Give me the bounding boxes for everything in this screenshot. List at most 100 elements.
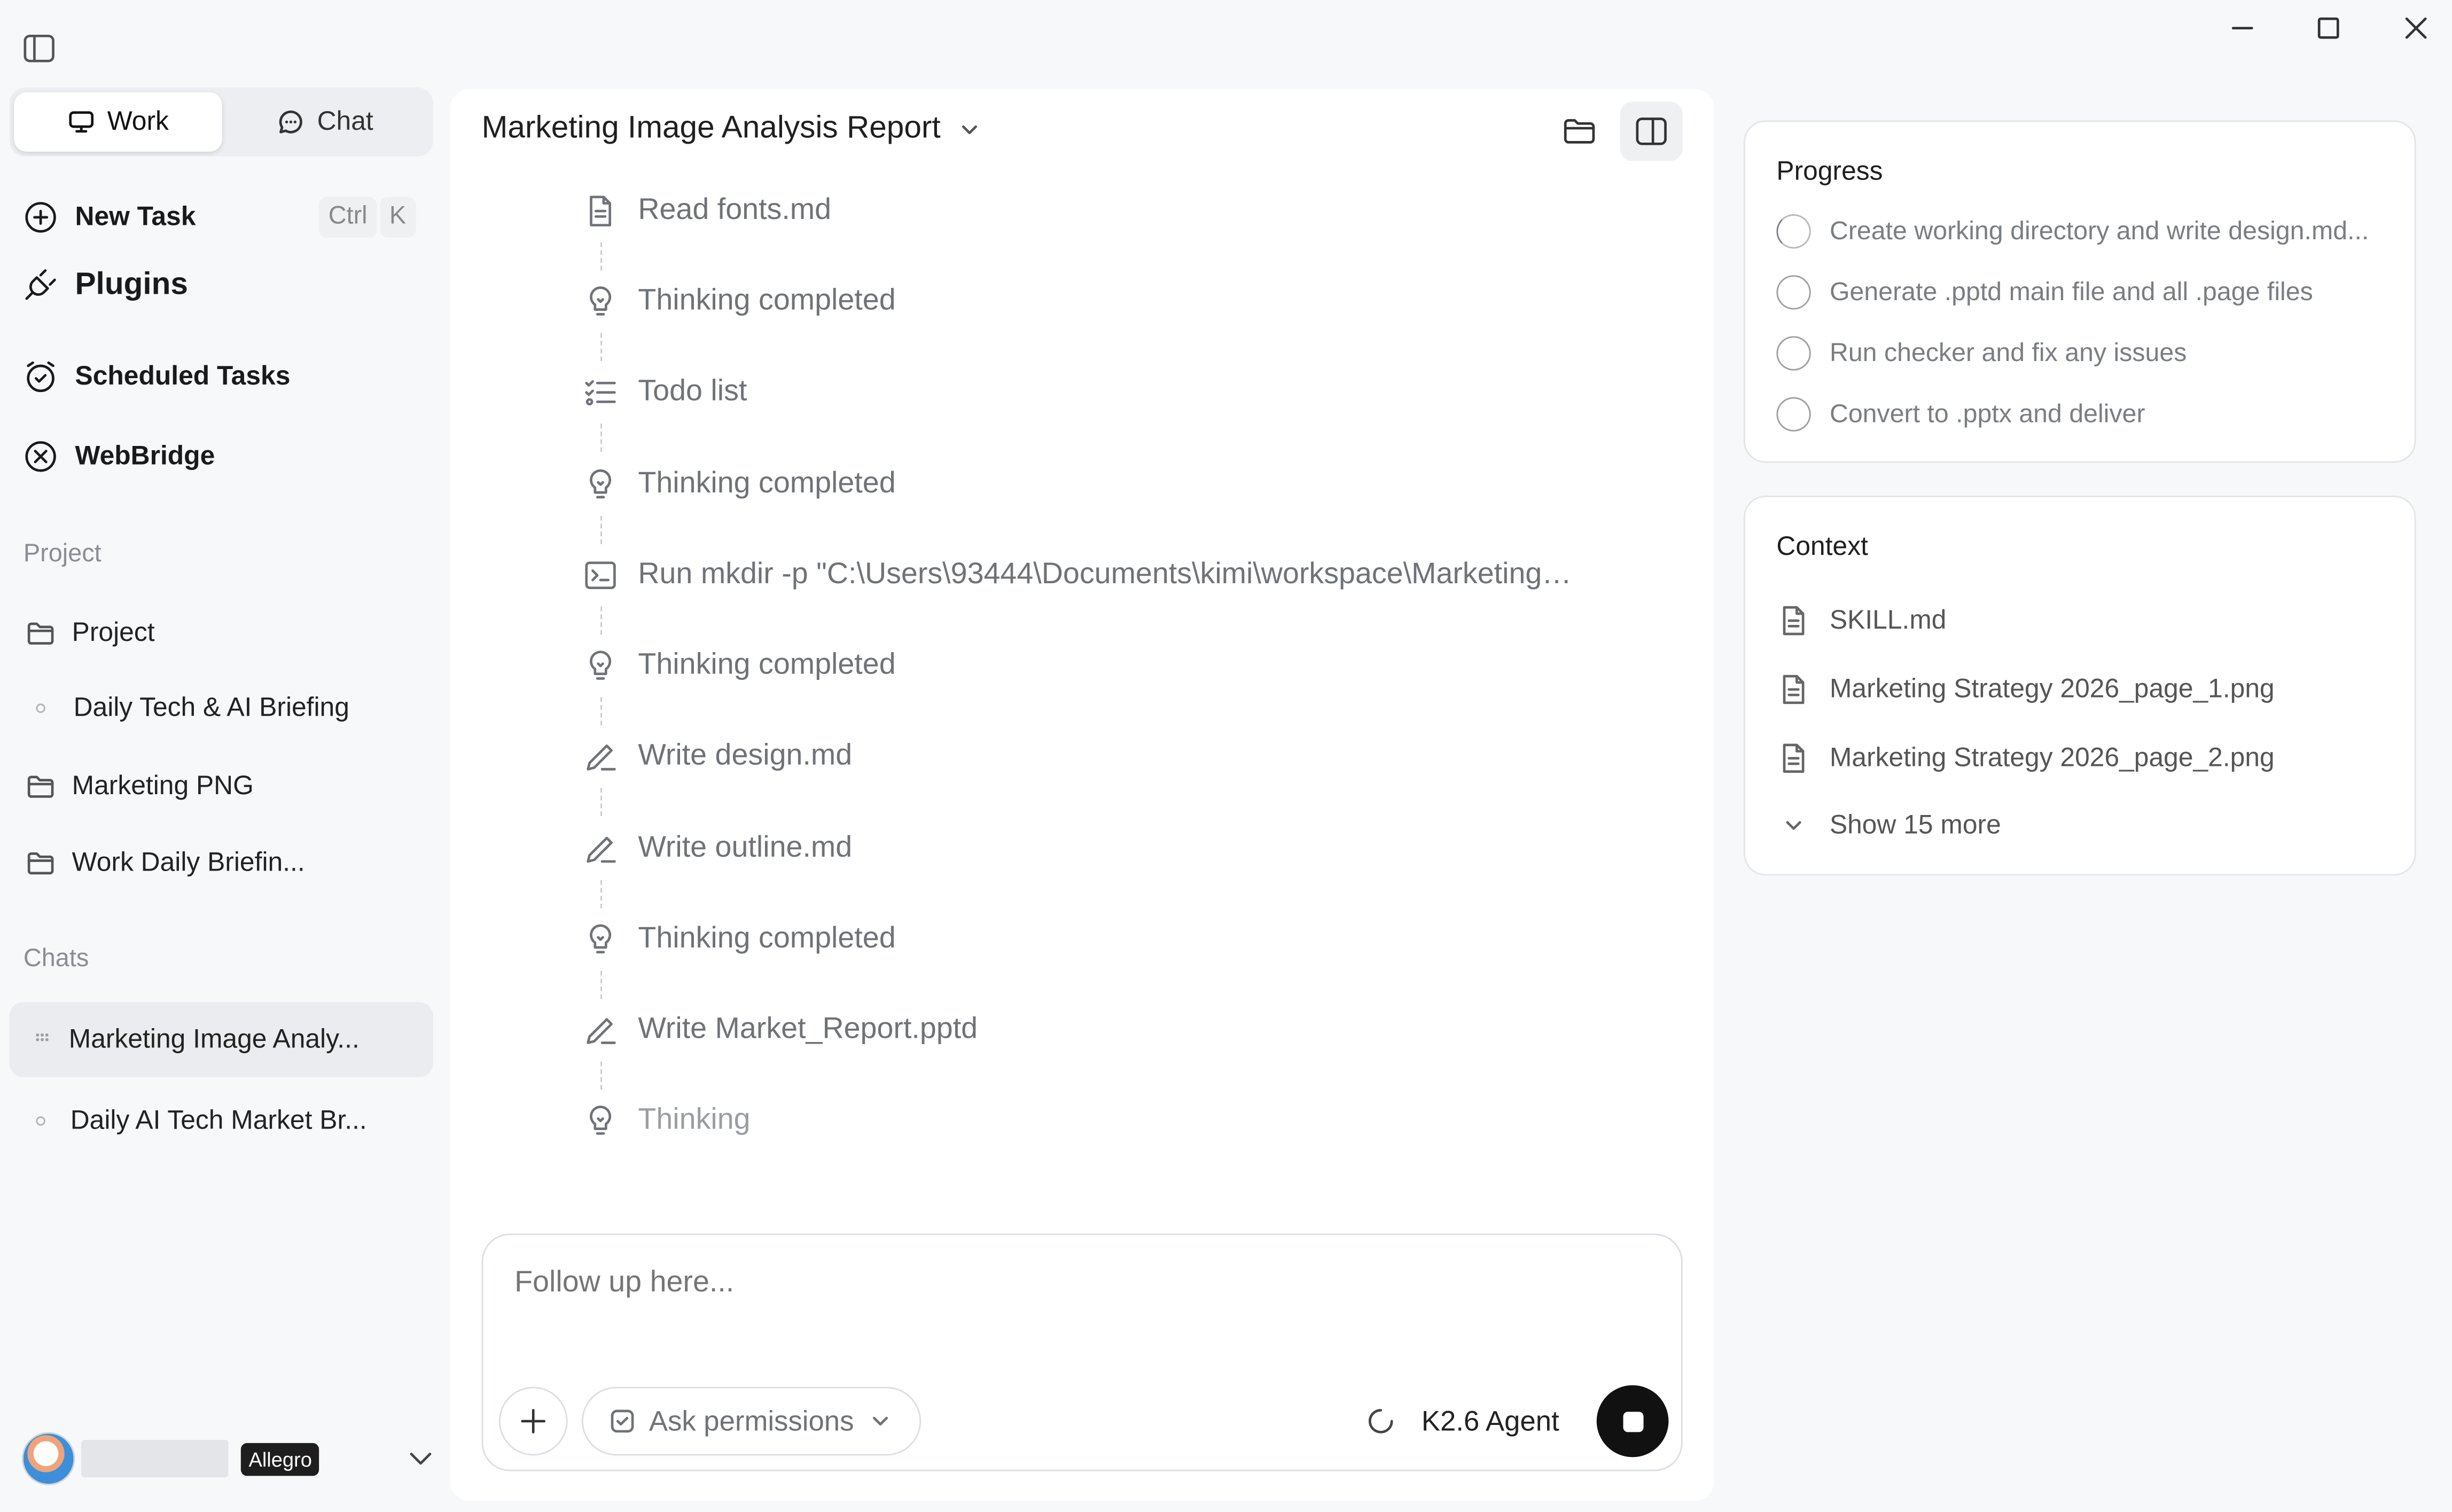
tab-chat[interactable]: Chat [221,92,428,152]
context-file[interactable]: Marketing Strategy 2026_page_1.png [1776,672,2275,707]
step-label: Thinking completed [638,284,896,318]
step-label: Thinking [638,1103,751,1137]
pen-icon [582,738,619,775]
shortcut-ctrl-badge: Ctrl [319,197,377,238]
chat-item-daily-ai[interactable]: Daily AI Tech Market Br... [10,1084,433,1159]
monitor-icon [67,108,95,136]
webbridge-button[interactable]: WebBridge [22,438,215,475]
folder-icon [25,617,57,649]
page-title: Marketing Image Analysis Report [481,111,941,146]
step-read-fonts[interactable]: Read fonts.md [582,192,831,230]
step-write-outline[interactable]: Write outline.md [582,830,852,867]
lightbulb-icon [582,466,619,503]
follow-up-input[interactable] [514,1266,1610,1301]
chat-item-label: Marketing Image Analy... [68,1024,360,1054]
open-folder-button[interactable] [1548,101,1611,161]
tab-chat-label: Chat [317,106,373,136]
project-folder-marketing-png[interactable]: Marketing PNG [25,771,254,802]
chat-item-marketing[interactable]: Marketing Image Analy... [9,1002,433,1077]
task-title-dropdown[interactable]: Marketing Image Analysis Report [482,111,985,147]
progress-item: Convert to .pptx and deliver [1776,397,2145,432]
project-folder-label: Project [72,617,155,647]
timeline-connector [600,424,603,452]
progress-item-label: Convert to .pptx and deliver [1829,399,2145,428]
side-panel-icon [1633,113,1670,150]
sidebar-toggle-icon[interactable] [22,32,56,66]
step-thinking[interactable]: Thinking completed [582,283,896,320]
file-icon [1776,741,1810,775]
agent-selector[interactable]: K2.6 Agent [1365,1387,1559,1456]
step-thinking[interactable]: Thinking completed [582,921,896,958]
project-folder-label: Work Daily Briefin... [72,847,305,878]
pen-icon [582,1012,619,1049]
folder-open-icon [1560,113,1598,150]
add-attachment-button[interactable] [498,1386,568,1456]
chevron-down-icon[interactable] [403,1442,438,1476]
context-file[interactable]: SKILL.md [1776,604,1946,638]
scheduled-tasks-button[interactable]: Scheduled Tasks [22,358,290,395]
maximize-button[interactable] [2310,10,2347,47]
terminal-icon [582,557,619,594]
step-thinking[interactable]: Thinking completed [582,466,896,503]
progress-item-label: Run checker and fix any issues [1829,338,2187,367]
bullet-icon [36,1116,45,1126]
pending-circle-icon [1776,336,1811,371]
main-panel: Marketing Image Analysis Report Read fon… [450,89,1714,1501]
show-more-button[interactable]: Show 15 more [1776,808,2001,842]
plugins-button[interactable]: Plugins [22,266,188,303]
project-folder[interactable]: Project [25,617,155,649]
step-write-report[interactable]: Write Market_Report.pptd [582,1012,978,1049]
step-write-design[interactable]: Write design.md [582,738,852,775]
chats-section-label: Chats [23,946,89,973]
step-label: Run mkdir -p "C:\Users\93444\Documents\k… [638,558,1572,591]
drag-handle-icon [34,1032,50,1047]
project-item-daily-briefing[interactable]: Daily Tech & AI Briefing [25,693,349,724]
chat-item-label: Daily AI Tech Market Br... [70,1105,367,1135]
avatar [21,1432,75,1485]
user-profile[interactable]: Allegro [21,1430,432,1486]
close-window-button[interactable] [2398,10,2435,47]
project-item-label: Daily Tech & AI Briefing [73,692,349,723]
tab-work[interactable]: Work [14,92,222,152]
context-title: Context [1776,531,1868,561]
timeline-connector [600,788,603,817]
step-thinking[interactable]: Thinking completed [582,647,896,685]
stop-button[interactable] [1596,1385,1669,1458]
plugins-label: Plugins [75,267,188,301]
step-thinking-active[interactable]: Thinking [582,1102,751,1140]
progress-title: Progress [1776,156,1883,186]
context-panel: Context SKILL.md Marketing Strategy 2026… [1743,495,2416,876]
step-label: Read fonts.md [638,193,832,227]
composer: Ask permissions K2.6 Agent [481,1233,1683,1471]
loading-spinner-icon [1365,1406,1397,1437]
timeline-connector [600,697,603,726]
agent-label: K2.6 Agent [1421,1405,1559,1436]
user-name-redacted [81,1440,229,1478]
todo-list-icon [582,374,619,411]
plus-circle-icon [22,199,59,236]
mode-switch: Work Chat [9,87,433,156]
step-label: Write Market_Report.pptd [638,1013,978,1046]
lightbulb-icon [582,283,619,320]
alarm-clock-icon [22,358,59,395]
project-folder-label: Marketing PNG [72,771,254,801]
pen-icon [582,830,619,867]
toggle-side-panel-button[interactable] [1620,101,1683,161]
step-todo-list[interactable]: Todo list [582,374,747,411]
timeline-connector [600,606,603,635]
minimize-button[interactable] [2224,10,2261,47]
tab-work-label: Work [107,106,169,136]
new-task-button[interactable]: New Task [22,199,196,236]
timeline-connector [600,970,603,999]
bullet-icon [36,703,45,713]
sidebar: Work Chat New Task Ctrl K Plugins Schedu… [0,0,450,1512]
ask-permissions-dropdown[interactable]: Ask permissions [581,1386,922,1456]
chat-bubble-icon [276,108,304,136]
project-section-label: Project [23,540,101,568]
project-folder-work-daily[interactable]: Work Daily Briefin... [25,848,305,879]
lightbulb-icon [582,647,619,685]
file-icon [582,192,619,230]
plus-icon [516,1404,550,1438]
step-run-command[interactable]: Run mkdir -p "C:\Users\93444\Documents\k… [582,557,1572,594]
context-file[interactable]: Marketing Strategy 2026_page_2.png [1776,741,2275,775]
